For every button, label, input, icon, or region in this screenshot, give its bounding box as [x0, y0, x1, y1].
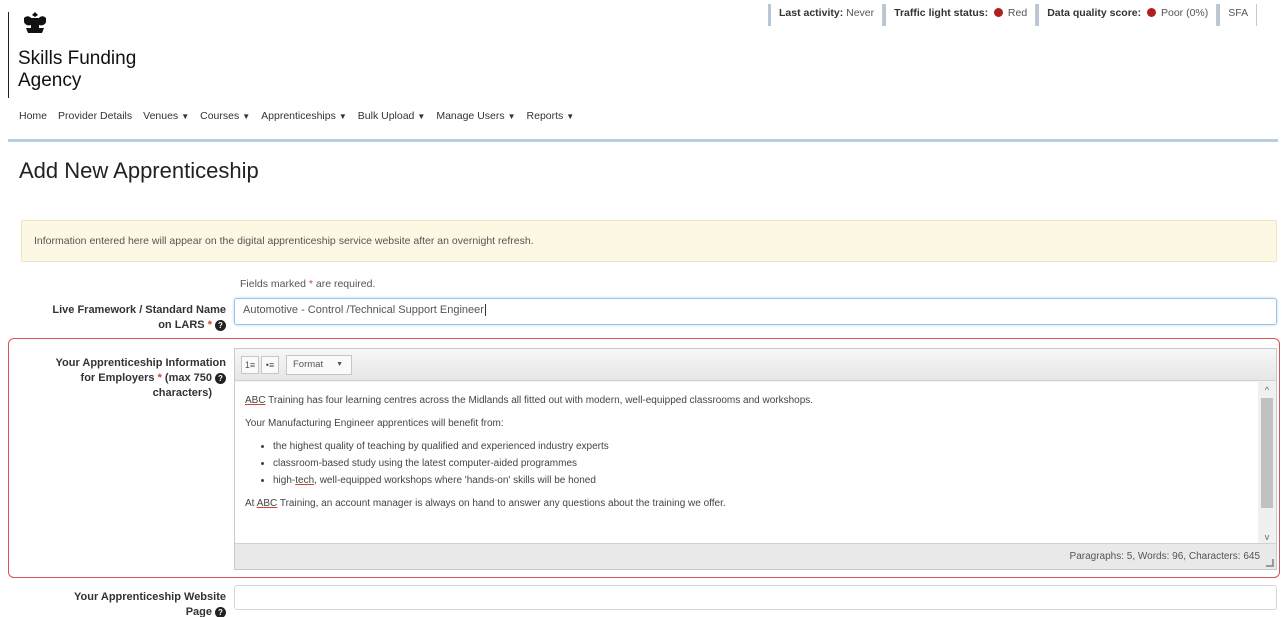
- last-activity-label: Last activity:: [779, 7, 844, 19]
- info-label: Your Apprenticeship Information for Empl…: [20, 356, 226, 401]
- agency-logo[interactable]: Skills Funding Agency: [8, 10, 168, 100]
- nav-provider-details[interactable]: Provider Details: [58, 110, 132, 122]
- resize-handle-icon[interactable]: [1266, 559, 1274, 567]
- format-dropdown[interactable]: Format ▼: [286, 354, 352, 375]
- nav-courses[interactable]: Courses ▼: [200, 110, 250, 122]
- caret-down-icon: ▼: [336, 360, 343, 368]
- caret-down-icon: ▼: [417, 112, 426, 121]
- list-item-text: high-: [273, 475, 296, 486]
- format-dropdown-label[interactable]: Format: [293, 359, 323, 370]
- editor-status-bar: Paragraphs: 5, Words: 96, Characters: 64…: [235, 543, 1276, 569]
- nav-apprenticeships-label[interactable]: Apprenticeships: [261, 110, 336, 122]
- required-note-prefix: Fields marked: [240, 278, 309, 290]
- nav-venues[interactable]: Venues ▼: [143, 110, 189, 122]
- required-fields-note: Fields marked * are required.: [240, 278, 375, 290]
- rich-text-editor: 1≡ •≡ Format ▼ ABC Training has four lea…: [234, 348, 1277, 570]
- info-label-max: (max 750: [164, 372, 212, 384]
- paragraph-text: Training has four learning centres acros…: [265, 395, 814, 406]
- editor-bullet-list: the highest quality of teaching by quali…: [273, 440, 1249, 488]
- numbered-list-icon[interactable]: 1≡: [241, 355, 259, 374]
- editor-paragraph: At ABC Training, an account manager is a…: [245, 497, 1249, 511]
- website-label: Your Apprenticeship Website Page?: [20, 590, 226, 617]
- list-item: classroom-based study using the latest c…: [273, 457, 1249, 471]
- nav-venues-label[interactable]: Venues: [143, 110, 178, 122]
- editor-toolbar: 1≡ •≡ Format ▼: [235, 349, 1276, 381]
- org-abbr-link[interactable]: SFA: [1217, 4, 1258, 26]
- website-label-line1: Your Apprenticeship Website: [74, 591, 226, 603]
- caret-down-icon: ▼: [338, 112, 347, 121]
- spellcheck-word: tech: [295, 475, 315, 486]
- framework-name-value[interactable]: Automotive - Control /Technical Support …: [243, 304, 484, 316]
- paragraph-text: Training, an account manager is always o…: [277, 498, 726, 509]
- framework-label-line1: Live Framework / Standard Name: [52, 304, 226, 316]
- last-activity-value: Never: [846, 7, 875, 19]
- paragraph-text: At: [245, 498, 257, 509]
- question-circle-icon[interactable]: ?: [215, 319, 226, 331]
- nav-apprenticeships[interactable]: Apprenticeships ▼: [261, 110, 347, 122]
- nav-home[interactable]: Home: [19, 110, 47, 122]
- info-label-line3: characters): [152, 387, 212, 399]
- website-label-line2: Page: [185, 606, 212, 617]
- traffic-light-value: Red: [1007, 7, 1028, 19]
- agency-name-line2: Agency: [18, 70, 82, 91]
- nav-bulk-upload-label[interactable]: Bulk Upload: [358, 110, 415, 122]
- nav-manage-users[interactable]: Manage Users ▼: [436, 110, 515, 122]
- editor-paragraph: ABC Training has four learning centres a…: [245, 394, 1249, 408]
- editor-scrollbar[interactable]: ^ v: [1258, 382, 1276, 545]
- framework-label-line2: on LARS: [158, 319, 205, 331]
- required-note-suffix: are required.: [312, 278, 376, 290]
- framework-label: Live Framework / Standard Name on LARS *…: [20, 303, 226, 333]
- main-nav: Home Provider Details Venues ▼ Courses ▼ A…: [19, 110, 585, 122]
- info-label-line1: Your Apprenticeship Information: [55, 357, 226, 369]
- agency-name: Skills Funding Agency: [18, 48, 136, 92]
- caret-down-icon: ▼: [242, 112, 251, 121]
- nav-reports-label[interactable]: Reports: [527, 110, 564, 122]
- nav-bulk-upload[interactable]: Bulk Upload ▼: [358, 110, 426, 122]
- info-label-line2: for Employers: [80, 372, 155, 384]
- caret-down-icon: ▼: [181, 112, 190, 121]
- nav-manage-users-label[interactable]: Manage Users: [436, 110, 504, 122]
- logo-divider: [8, 12, 9, 98]
- text-cursor: [484, 304, 486, 316]
- data-quality-status: Data quality score: Poor (0%): [1036, 4, 1218, 26]
- org-abbr[interactable]: SFA: [1228, 7, 1248, 19]
- list-item: the highest quality of teaching by quali…: [273, 440, 1249, 454]
- royal-crest-icon: [24, 12, 46, 33]
- nav-reports[interactable]: Reports ▼: [527, 110, 575, 122]
- website-page-input[interactable]: [234, 585, 1277, 610]
- required-asterisk: *: [207, 319, 212, 331]
- data-quality-label: Data quality score:: [1047, 7, 1142, 19]
- red-quality-dot-icon: [1147, 8, 1157, 17]
- question-circle-icon[interactable]: ?: [215, 606, 226, 617]
- question-circle-icon[interactable]: ?: [215, 372, 226, 384]
- scrollbar-thumb[interactable]: [1261, 398, 1273, 508]
- bulleted-list-icon[interactable]: •≡: [261, 355, 279, 374]
- info-alert: Information entered here will appear on …: [21, 220, 1277, 262]
- spellcheck-word: ABC: [245, 395, 266, 406]
- traffic-light-label: Traffic light status:: [894, 7, 989, 19]
- nav-courses-label[interactable]: Courses: [200, 110, 239, 122]
- list-item-text: , well-equipped workshops where 'hands-o…: [314, 475, 596, 486]
- last-activity-status: Last activity: Never: [768, 4, 884, 26]
- editor-paragraph: Your Manufacturing Engineer apprentices …: [245, 418, 504, 429]
- nav-divider: [8, 139, 1278, 142]
- page-title: Add New Apprenticeship: [19, 158, 259, 183]
- list-item: high-tech, well-equipped workshops where…: [273, 474, 1249, 488]
- traffic-light-status: Traffic light status: Red: [883, 4, 1037, 26]
- caret-down-icon: ▼: [566, 112, 575, 121]
- editor-word-count: Paragraphs: 5, Words: 96, Characters: 64…: [1069, 551, 1260, 562]
- editor-content[interactable]: ABC Training has four learning centres a…: [235, 382, 1259, 545]
- caret-down-icon: ▼: [507, 112, 516, 121]
- agency-name-line1: Skills Funding: [18, 48, 137, 69]
- data-quality-value: Poor (0%): [1160, 7, 1209, 19]
- status-bar: Last activity: Never Traffic light statu…: [768, 4, 1258, 26]
- spellcheck-word: ABC: [256, 498, 278, 509]
- required-asterisk: *: [157, 372, 162, 384]
- red-status-dot-icon: [994, 8, 1003, 17]
- framework-name-input[interactable]: Automotive - Control /Technical Support …: [234, 298, 1277, 325]
- scroll-up-icon[interactable]: ^: [1258, 382, 1276, 398]
